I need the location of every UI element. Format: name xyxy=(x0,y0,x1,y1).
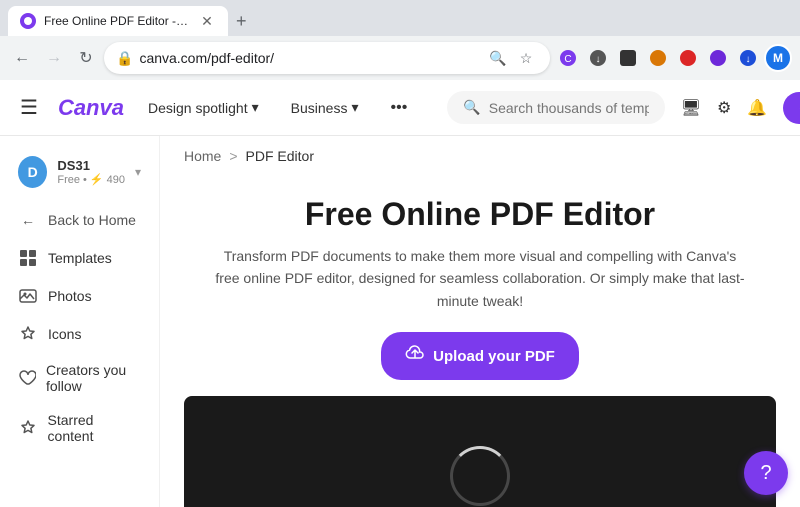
sidebar-item-back-to-home[interactable]: ← Back to Home xyxy=(8,202,151,238)
main-layout: D DS31 Free • ⚡ 490 ▾ ← Back to Home xyxy=(0,136,800,507)
chrome-profile-avatar[interactable]: M xyxy=(764,44,792,72)
sidebar-user-item[interactable]: D DS31 Free • ⚡ 490 ▾ xyxy=(8,148,151,196)
ext-icon-3[interactable] xyxy=(614,44,642,72)
breadcrumb-home-link[interactable]: Home xyxy=(184,148,221,164)
browser-tab-active[interactable]: Free Online PDF Editor - Edit P... ✕ xyxy=(8,6,228,36)
new-tab-button[interactable]: + xyxy=(228,7,255,36)
nav-more-button[interactable]: ••• xyxy=(382,95,415,121)
ext-icon-1[interactable]: C xyxy=(554,44,582,72)
nav-design-spotlight[interactable]: Design spotlight ▾ xyxy=(140,95,267,120)
star-icon xyxy=(18,418,38,438)
sidebar-item-templates[interactable]: Templates xyxy=(8,240,151,276)
breadcrumb-separator: > xyxy=(229,148,237,164)
credits-icon: • xyxy=(83,174,87,186)
photos-icon xyxy=(18,286,38,306)
search-bar[interactable]: 🔍 xyxy=(447,91,664,124)
sidebar-item-photos[interactable]: Photos xyxy=(8,278,151,314)
reload-button[interactable]: ↻ xyxy=(72,44,100,72)
create-design-button[interactable]: Create a design xyxy=(783,92,800,124)
heart-icon xyxy=(18,368,36,388)
search-icon-btn[interactable]: 🔍 xyxy=(486,46,510,70)
page-title: Free Online PDF Editor xyxy=(184,196,776,233)
sidebar-item-starred[interactable]: Starred content xyxy=(8,404,151,452)
upload-cloud-icon xyxy=(405,344,425,368)
help-icon: ? xyxy=(760,462,771,485)
canva-logo[interactable]: Canva xyxy=(58,95,124,121)
nav-menu-button[interactable]: ☰ xyxy=(16,91,42,124)
tab-favicon xyxy=(20,13,36,29)
ext-icon-6[interactable] xyxy=(704,44,732,72)
forward-button[interactable]: → xyxy=(40,44,68,72)
ext-icon-download[interactable]: ↓ xyxy=(734,44,762,72)
svg-text:↓: ↓ xyxy=(596,54,601,65)
sidebar-user-plan: Free • ⚡ 490 xyxy=(57,173,125,186)
sidebar-user-info: DS31 Free • ⚡ 490 xyxy=(57,158,125,186)
search-icon: 🔍 xyxy=(463,99,480,116)
lightning-icon: ⚡ xyxy=(90,173,104,186)
icons-icon xyxy=(18,324,38,344)
chevron-down-icon: ▾ xyxy=(252,99,259,116)
sidebar-item-creators[interactable]: Creators you follow xyxy=(8,354,151,402)
sidebar-user-avatar: D xyxy=(18,156,47,188)
nav-business[interactable]: Business ▾ xyxy=(283,95,367,120)
page-content: ☰ Canva Design spotlight ▾ Business ▾ ••… xyxy=(0,80,800,507)
tab-title: Free Online PDF Editor - Edit P... xyxy=(44,14,190,28)
settings-icon-button[interactable]: ⚙ xyxy=(717,90,731,126)
main-content: Home > PDF Editor Free Online PDF Editor… xyxy=(160,136,800,507)
ext-icon-4[interactable] xyxy=(644,44,672,72)
breadcrumb-current-page: PDF Editor xyxy=(246,148,314,164)
tab-close-button[interactable]: ✕ xyxy=(198,12,216,30)
sidebar-username: DS31 xyxy=(57,158,125,173)
svg-text:C: C xyxy=(564,54,571,65)
hero-section: Free Online PDF Editor Transform PDF doc… xyxy=(160,176,800,396)
sidebar: D DS31 Free • ⚡ 490 ▾ ← Back to Home xyxy=(0,136,160,507)
browser-window: Free Online PDF Editor - Edit P... ✕ + ←… xyxy=(0,0,800,80)
hero-description: Transform PDF documents to make them mor… xyxy=(210,245,750,312)
monitor-icon-button[interactable]: 🖥 xyxy=(681,90,701,126)
back-button[interactable]: ← xyxy=(8,44,36,72)
ext-icon-2[interactable]: ↓ xyxy=(584,44,612,72)
lock-icon: 🔒 xyxy=(116,50,133,67)
notification-bell-button[interactable]: 🔔 xyxy=(747,90,767,126)
breadcrumb: Home > PDF Editor xyxy=(160,136,800,176)
browser-toolbar: ← → ↻ 🔒 canva.com/pdf-editor/ 🔍 ☆ C ↓ xyxy=(0,36,800,80)
sidebar-user-chevron: ▾ xyxy=(135,165,141,179)
loading-spinner xyxy=(450,446,510,506)
url-text: canva.com/pdf-editor/ xyxy=(139,50,480,66)
templates-icon xyxy=(18,248,38,268)
preview-video-area xyxy=(184,396,776,507)
ext-icon-5[interactable] xyxy=(674,44,702,72)
chevron-down-icon: ▾ xyxy=(351,99,358,116)
bookmark-star-button[interactable]: ☆ xyxy=(514,46,538,70)
tab-bar: Free Online PDF Editor - Edit P... ✕ + xyxy=(0,0,800,36)
help-fab-button[interactable]: ? xyxy=(744,451,788,495)
back-arrow-icon: ← xyxy=(18,210,38,230)
upload-pdf-button[interactable]: Upload your PDF xyxy=(381,332,579,380)
search-input[interactable] xyxy=(489,100,649,116)
browser-toolbar-icons: C ↓ ↓ M xyxy=(554,44,792,72)
sidebar-item-icons[interactable]: Icons xyxy=(8,316,151,352)
address-bar[interactable]: 🔒 canva.com/pdf-editor/ 🔍 ☆ xyxy=(104,42,550,74)
canva-navbar: ☰ Canva Design spotlight ▾ Business ▾ ••… xyxy=(0,80,800,136)
svg-text:↓: ↓ xyxy=(746,54,751,65)
address-bar-icons: 🔍 ☆ xyxy=(486,46,538,70)
